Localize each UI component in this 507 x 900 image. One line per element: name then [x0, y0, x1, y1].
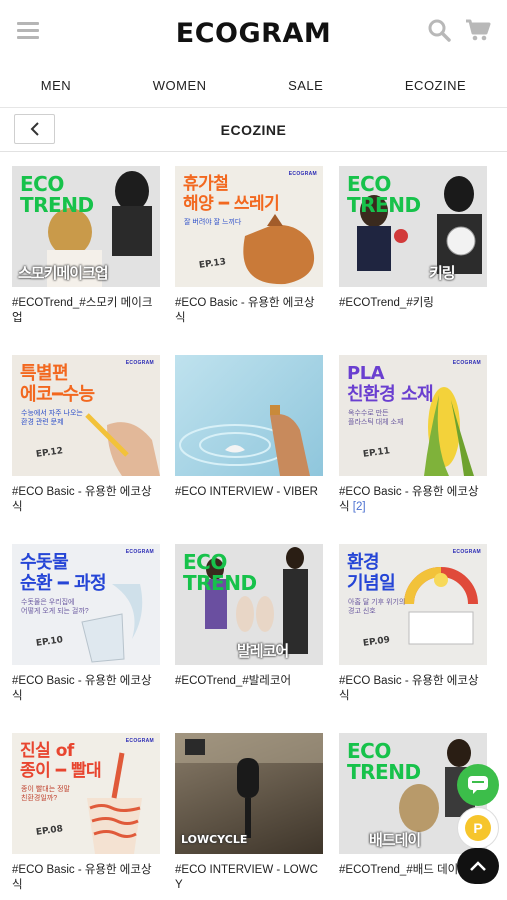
thumbnail-caption: 키링 [429, 264, 456, 282]
thumbnail-caption: 배드데이 [369, 831, 421, 849]
post-thumbnail[interactable]: ECO TREND 스모키메이크업 [12, 166, 160, 287]
post-card[interactable]: #ECO INTERVIEW - VIBER [175, 355, 323, 500]
post-title[interactable]: #ECOTrend_#스모키 메이크업 [12, 296, 160, 326]
brand-mark: ECOGRAM [452, 360, 481, 366]
thumbnail-headline: ECO TREND [183, 550, 257, 595]
thumbnail-subtext: 수돗물은 우리집에 어떻게 오게 되는 걸까? [21, 599, 89, 615]
post-card[interactable]: ECO TREND 발레코어 #ECOTrend_#발레코어 [175, 544, 323, 689]
point-button[interactable]: P [457, 807, 499, 849]
post-title[interactable]: #ECOTrend_#발레코어 [175, 674, 323, 689]
brand-mark: ECOGRAM [452, 549, 481, 555]
comment-count: [2] [352, 501, 366, 513]
thumbnail-headline: 휴가철 해양 ━ 쓰레기 [183, 174, 280, 214]
brand-mark: ECOGRAM [125, 360, 154, 366]
post-thumbnail[interactable]: ECOGRAM 환경 기념일 아홉 달 기후 위기의 경고 신호 EP.09 [339, 544, 487, 665]
post-thumbnail[interactable]: ECOGRAM 진실 of 종이 ━ 빨대 종이 빨대는 정말 친환경일까? E… [12, 733, 160, 854]
chat-icon [468, 776, 488, 794]
post-title[interactable]: #ECOTrend_#키링 [339, 296, 487, 311]
back-button[interactable] [14, 114, 55, 144]
thumbnail-headline: ECO TREND [347, 172, 421, 217]
search-icon[interactable] [427, 18, 451, 42]
nav-men[interactable]: MEN [31, 78, 81, 93]
thumbnail-headline: ECO TREND [20, 172, 94, 217]
post-title[interactable]: #ECO Basic - 유용한 에코상식 [339, 674, 487, 704]
page-subheader: ECOZINE [0, 108, 507, 152]
thumbnail-headline: 진실 of 종이 ━ 빨대 [20, 741, 102, 781]
post-title[interactable]: #ECO INTERVIEW - LOWCY [175, 863, 323, 893]
post-card[interactable]: ECOGRAM 휴가철 해양 ━ 쓰레기 잘 버려야 잘 느끼다 EP.13 #… [175, 166, 323, 326]
post-card[interactable]: ECOGRAM 환경 기념일 아홉 달 기후 위기의 경고 신호 EP.09 #… [339, 544, 487, 704]
water-illustration [179, 405, 310, 476]
nav-ecozine[interactable]: ECOZINE [395, 78, 476, 93]
post-card[interactable]: LOWCYCLE #ECO INTERVIEW - LOWCY [175, 733, 323, 893]
post-thumbnail[interactable]: ECOGRAM 특별편 에코━수능 수능에서 자주 나오는 환경 관련 문제 E… [12, 355, 160, 476]
brand-mark: ECOGRAM [125, 738, 154, 744]
post-card[interactable]: ECOGRAM 수돗물 순환 ━ 과정 수돗물은 우리집에 어떻게 오게 되는 … [12, 544, 160, 704]
thumbnail-headline: ECO TREND [347, 739, 421, 784]
post-card[interactable]: ECOGRAM 진실 of 종이 ━ 빨대 종이 빨대는 정말 친환경일까? E… [12, 733, 160, 893]
thumbnail-subtext: 종이 빨대는 정말 친환경일까? [21, 786, 70, 802]
thumbnail-caption: LOWCYCLE [181, 833, 248, 846]
post-title[interactable]: #ECO INTERVIEW - VIBER [175, 485, 323, 500]
thumbnail-headline: 환경 기념일 [347, 552, 396, 594]
menu-icon[interactable] [17, 22, 39, 40]
cart-icon[interactable] [465, 18, 491, 42]
post-title[interactable]: #ECO Basic - 유용한 에코상식 [175, 296, 323, 326]
thumbnail-subtext: 수능에서 자주 나오는 환경 관련 문제 [21, 410, 83, 426]
chevron-left-icon [30, 122, 39, 136]
chevron-up-icon [470, 861, 486, 871]
post-thumbnail[interactable]: ECOGRAM 휴가철 해양 ━ 쓰레기 잘 버려야 잘 느끼다 EP.13 [175, 166, 323, 287]
thumbnail-headline: 수돗물 순환 ━ 과정 [20, 552, 107, 594]
post-thumbnail[interactable] [175, 355, 323, 476]
post-card[interactable]: ECOGRAM 특별편 에코━수능 수능에서 자주 나오는 환경 관련 문제 E… [12, 355, 160, 515]
post-card[interactable]: ECOGRAM PLA 친환경 소재 옥수수로 만든 플라스틱 대체 소재 EP… [339, 355, 487, 515]
scroll-top-button[interactable] [457, 848, 499, 884]
thumbnail-headline: PLA 친환경 소재 [347, 363, 434, 405]
post-title[interactable]: #ECO Basic - 유용한 에코상식 [12, 485, 160, 515]
logo[interactable]: ECOGRAM [176, 18, 331, 49]
main-nav: MEN WOMEN SALE ECOZINE [0, 64, 507, 108]
post-thumbnail[interactable]: ECOGRAM PLA 친환경 소재 옥수수로 만든 플라스틱 대체 소재 EP… [339, 355, 487, 476]
post-thumbnail[interactable]: ECO TREND 키링 [339, 166, 487, 287]
point-icon: P [465, 815, 491, 841]
svg-text:P: P [473, 820, 482, 836]
post-thumbnail[interactable]: ECO TREND 발레코어 [175, 544, 323, 665]
thumbnail-subtext: 옥수수로 만든 플라스틱 대체 소재 [348, 410, 404, 426]
header: ECOGRAM [0, 0, 507, 64]
post-title[interactable]: #ECO Basic - 유용한 에코상식 [2] [339, 485, 487, 515]
nav-sale[interactable]: SALE [278, 78, 333, 93]
page-title: ECOZINE [220, 121, 287, 138]
post-card[interactable]: ECO TREND 키링 #ECOTrend_#키링 [339, 166, 487, 311]
brand-mark: ECOGRAM [288, 171, 317, 177]
thumbnail-subtext: 잘 버려야 잘 느끼다 [184, 219, 242, 226]
post-title[interactable]: #ECO Basic - 유용한 에코상식 [12, 674, 160, 704]
post-title[interactable]: #ECO Basic - 유용한 에코상식 [12, 863, 160, 893]
post-thumbnail[interactable]: ECOGRAM 수돗물 순환 ━ 과정 수돗물은 우리집에 어떻게 오게 되는 … [12, 544, 160, 665]
brand-mark: ECOGRAM [125, 549, 154, 555]
thumbnail-caption: 스모키메이크업 [18, 264, 109, 282]
post-card[interactable]: ECO TREND 스모키메이크업 #ECOTrend_#스모키 메이크업 [12, 166, 160, 326]
thumbnail-caption: 발레코어 [237, 642, 289, 660]
post-thumbnail[interactable]: LOWCYCLE [175, 733, 323, 854]
thumbnail-subtext: 아홉 달 기후 위기의 경고 신호 [348, 599, 406, 615]
nav-women[interactable]: WOMEN [143, 78, 217, 93]
thumbnail-headline: 특별편 에코━수능 [20, 363, 95, 405]
chat-button[interactable] [457, 764, 499, 806]
